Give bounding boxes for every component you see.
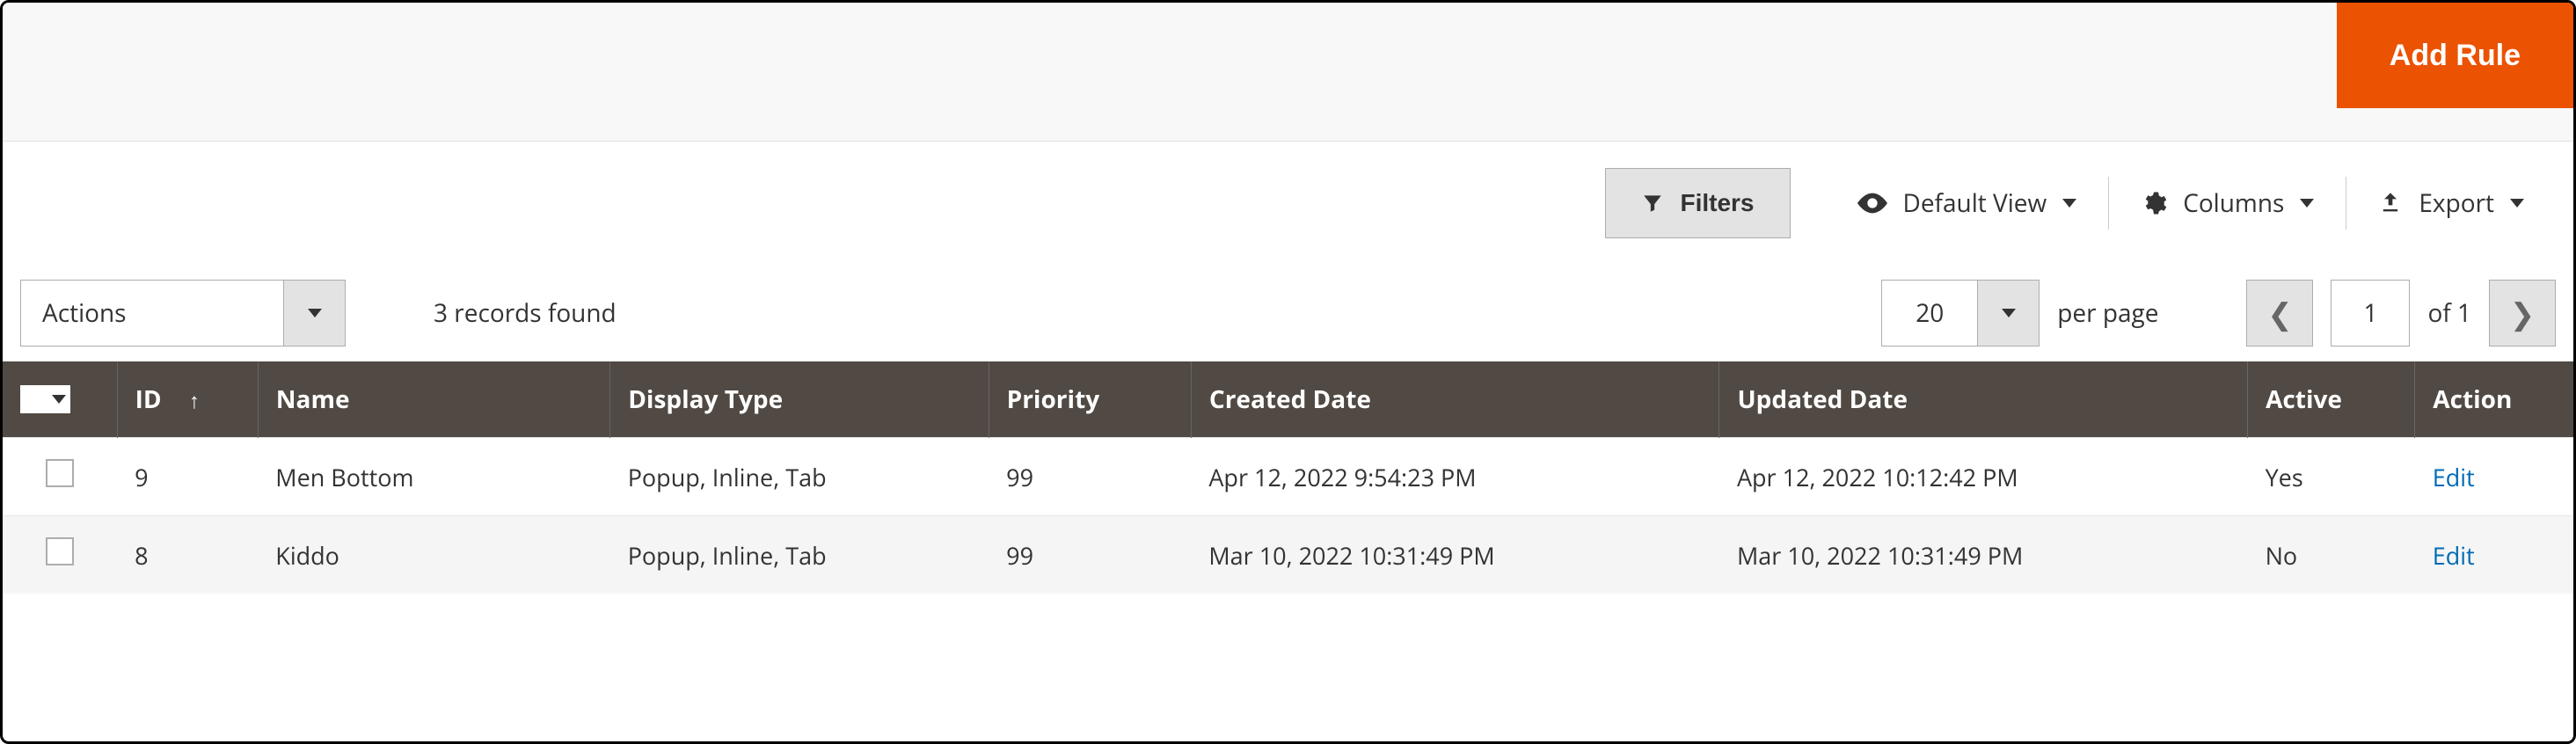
header-action: Action [2415, 361, 2573, 438]
per-page-label: per page [2057, 296, 2158, 330]
header-checkbox[interactable] [3, 361, 117, 438]
page-size-control: 20 per page [1881, 280, 2158, 346]
header-name[interactable]: Name [258, 361, 609, 438]
eye-icon [1857, 193, 1887, 214]
header-priority[interactable]: Priority [989, 361, 1191, 438]
chevron-down-icon [308, 309, 322, 317]
header-created[interactable]: Created Date [1191, 361, 1719, 438]
table-row: 9 Men Bottom Popup, Inline, Tab 99 Apr 1… [3, 438, 2573, 516]
cell-display-type: Popup, Inline, Tab [610, 516, 989, 594]
cell-active: No [2248, 516, 2415, 594]
select-all-checkbox[interactable] [20, 385, 48, 413]
total-pages-label: of 1 [2427, 296, 2471, 330]
filters-label: Filters [1680, 189, 1754, 217]
cell-created: Apr 12, 2022 9:54:23 PM [1191, 438, 1719, 516]
edit-link[interactable]: Edit [2433, 539, 2475, 572]
cell-id: 8 [117, 516, 258, 594]
current-page-input[interactable]: 1 [2331, 280, 2410, 346]
rules-grid: ID ↑ Name Display Type Priority Created … [3, 361, 2573, 594]
header-active[interactable]: Active [2248, 361, 2415, 438]
chevron-down-icon [2002, 309, 2016, 317]
cell-name: Men Bottom [258, 438, 609, 516]
funnel-icon [1641, 192, 1664, 215]
cell-priority: 99 [989, 516, 1191, 594]
edit-link[interactable]: Edit [2433, 461, 2475, 493]
export-button[interactable]: Export [2346, 168, 2556, 238]
cell-name: Kiddo [258, 516, 609, 594]
grid-toolbar: Filters Default View Columns Export [3, 142, 2573, 265]
prev-page-button[interactable]: ❮ [2246, 280, 2313, 346]
chevron-right-icon: ❯ [2510, 293, 2536, 333]
select-all-toggle[interactable] [47, 385, 70, 413]
cell-display-type: Popup, Inline, Tab [610, 438, 989, 516]
mass-actions-toggle[interactable] [284, 280, 346, 346]
default-view-label: Default View [1903, 186, 2047, 220]
cell-priority: 99 [989, 438, 1191, 516]
sort-asc-icon: ↑ [189, 386, 200, 415]
columns-button[interactable]: Columns [2109, 168, 2346, 238]
filters-button[interactable]: Filters [1605, 168, 1790, 238]
cell-active: Yes [2248, 438, 2415, 516]
records-found-text: 3 records found [434, 296, 617, 330]
table-header-row: ID ↑ Name Display Type Priority Created … [3, 361, 2573, 438]
header-display-type[interactable]: Display Type [610, 361, 989, 438]
header-updated[interactable]: Updated Date [1719, 361, 2248, 438]
export-icon [2378, 191, 2403, 215]
mass-actions-select[interactable]: Actions [20, 280, 346, 346]
row-checkbox[interactable] [46, 537, 74, 565]
mass-actions-label: Actions [20, 280, 284, 346]
add-rule-label: Add Rule [2390, 39, 2521, 73]
chevron-left-icon: ❮ [2267, 293, 2293, 333]
page-header: Add Rule [3, 3, 2573, 142]
chevron-down-icon [2300, 199, 2314, 208]
page-size-value[interactable]: 20 [1881, 280, 1978, 346]
table-row: 8 Kiddo Popup, Inline, Tab 99 Mar 10, 20… [3, 516, 2573, 594]
cell-updated: Mar 10, 2022 10:31:49 PM [1719, 516, 2248, 594]
page-size-toggle[interactable] [1978, 280, 2040, 346]
row-checkbox[interactable] [46, 459, 74, 487]
columns-label: Columns [2183, 186, 2284, 220]
add-rule-button[interactable]: Add Rule [2337, 3, 2573, 108]
export-label: Export [2419, 186, 2494, 220]
grid-controls: Actions 3 records found 20 per page ❮ 1 … [3, 265, 2573, 361]
chevron-down-icon [2510, 199, 2524, 208]
header-id-label: ID [135, 383, 162, 416]
default-view-button[interactable]: Default View [1826, 168, 2109, 238]
header-id[interactable]: ID ↑ [117, 361, 258, 438]
chevron-down-icon [2062, 199, 2076, 208]
gear-icon [2141, 190, 2167, 216]
chevron-down-icon [52, 395, 66, 404]
pager: ❮ 1 of 1 ❯ [2246, 280, 2556, 346]
cell-id: 9 [117, 438, 258, 516]
next-page-button[interactable]: ❯ [2489, 280, 2556, 346]
cell-updated: Apr 12, 2022 10:12:42 PM [1719, 438, 2248, 516]
cell-created: Mar 10, 2022 10:31:49 PM [1191, 516, 1719, 594]
